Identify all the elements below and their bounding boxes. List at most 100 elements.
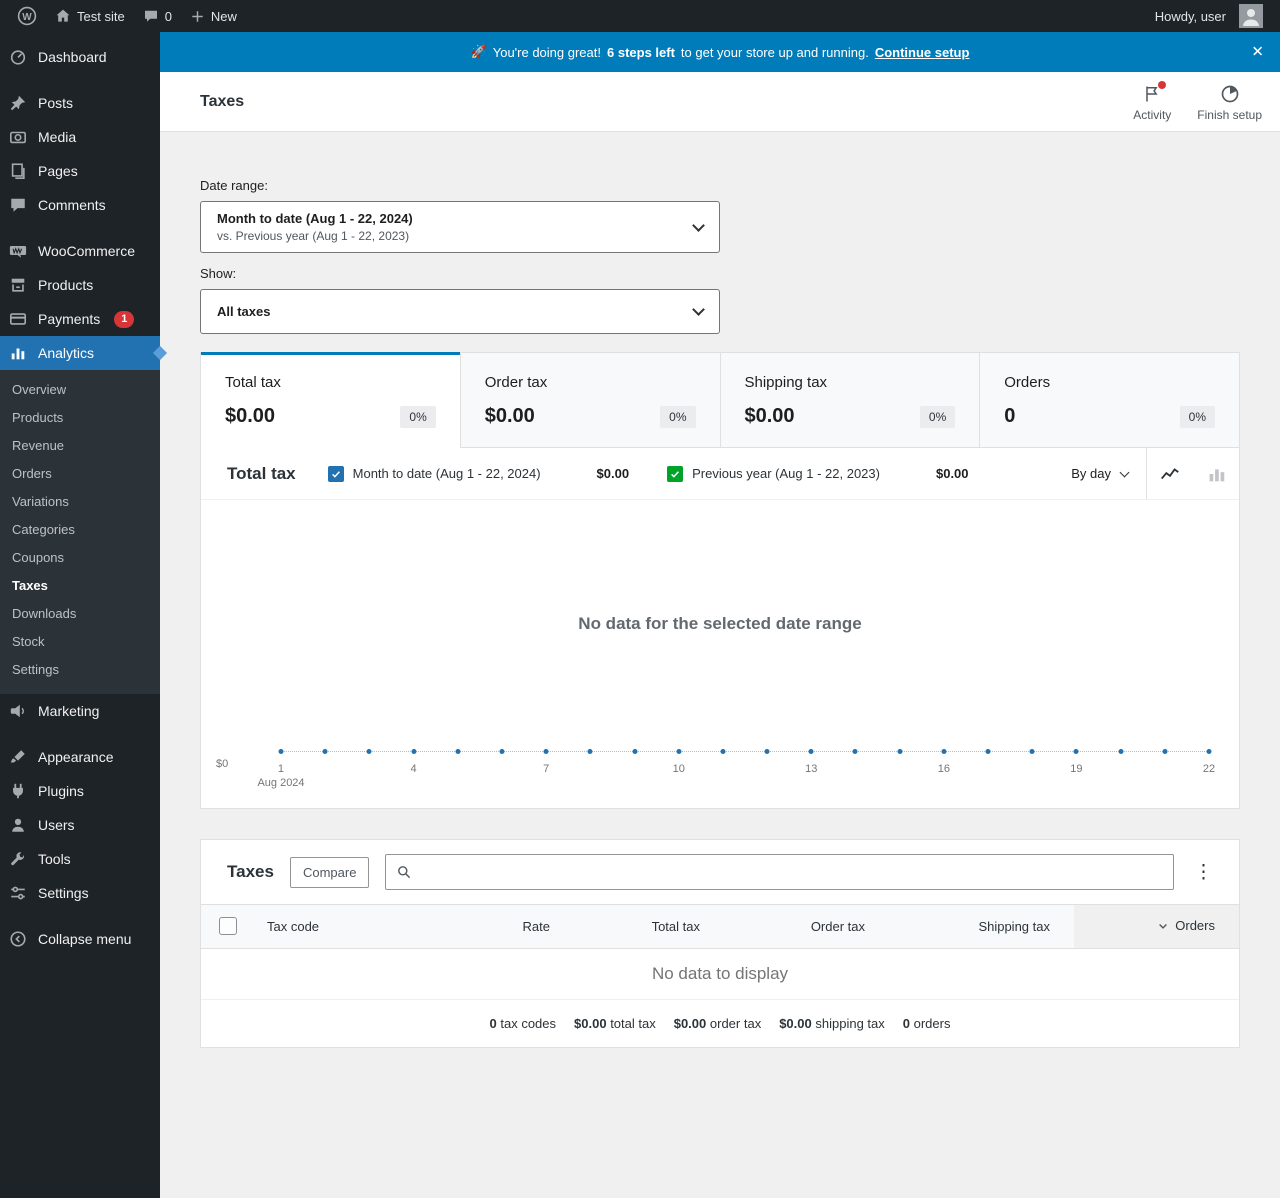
sidebar-item-analytics[interactable]: Analytics — [0, 336, 168, 370]
sidebar-item-tools[interactable]: Tools — [0, 842, 160, 876]
sidebar-item-settings[interactable]: Settings — [0, 876, 160, 910]
chart-data-point — [852, 749, 858, 754]
activity-button[interactable]: Activity — [1133, 80, 1171, 122]
x-axis-tick-label: 16 — [937, 763, 950, 775]
analytics-submenu: Overview Products Revenue Orders Variati… — [0, 370, 160, 694]
summary-card-total-tax[interactable]: Total tax $0.00 0% — [201, 352, 461, 448]
admin-bar: W Test site 0 New Howdy, user — [0, 0, 1280, 32]
site-name-link[interactable]: Test site — [46, 0, 134, 32]
submenu-item-coupons[interactable]: Coupons — [0, 544, 160, 572]
taxes-table-panel: Taxes Compare ⋮ Tax code Rate Total tax … — [200, 839, 1240, 1048]
account-menu[interactable]: Howdy, user — [1146, 0, 1272, 32]
date-range-compare: vs. Previous year (Aug 1 - 22, 2023) — [217, 229, 410, 243]
sidebar-item-collapse-menu[interactable]: Collapse menu — [0, 922, 160, 956]
submenu-item-products[interactable]: Products — [0, 404, 160, 432]
line-chart-button[interactable] — [1147, 448, 1193, 499]
date-range-select[interactable]: Month to date (Aug 1 - 22, 2024) vs. Pre… — [200, 201, 720, 253]
continue-setup-link[interactable]: Continue setup — [875, 45, 970, 60]
comments-link[interactable]: 0 — [134, 0, 181, 32]
chart-data-point — [897, 749, 903, 754]
interval-select[interactable]: By day — [1053, 448, 1146, 499]
submenu-item-taxes[interactable]: Taxes — [0, 572, 160, 600]
finish-setup-button[interactable]: Finish setup — [1197, 82, 1262, 122]
summary-card-order-tax[interactable]: Order tax $0.00 0% — [460, 352, 721, 448]
notification-dot — [1158, 80, 1167, 89]
summary-card-label: Orders — [1004, 374, 1051, 391]
sidebar-item-posts[interactable]: Posts — [0, 86, 160, 120]
sidebar-item-label: Analytics — [38, 345, 95, 361]
summary-card-shipping-tax[interactable]: Shipping tax $0.00 0% — [720, 352, 981, 448]
chevron-down-icon — [1119, 467, 1130, 478]
sidebar-item-appearance[interactable]: Appearance — [0, 740, 160, 774]
sidebar-item-label: Marketing — [38, 703, 100, 719]
sidebar-item-pages[interactable]: Pages — [0, 154, 160, 188]
x-axis-tick-label: 13 — [805, 763, 818, 775]
show-select[interactable]: All taxes — [200, 289, 720, 334]
search-box[interactable] — [385, 854, 1174, 890]
sidebar-item-dashboard[interactable]: Dashboard — [0, 40, 160, 74]
new-content-link[interactable]: New — [181, 0, 246, 32]
sidebar-item-comments[interactable]: Comments — [0, 188, 160, 222]
legend-item-current-period[interactable]: Month to date (Aug 1 - 22, 2024) $0.00 — [327, 465, 629, 482]
compare-button[interactable]: Compare — [289, 856, 370, 888]
chart-data-point — [411, 749, 417, 754]
checkbox-checked-icon[interactable] — [667, 465, 684, 482]
submenu-item-overview[interactable]: Overview — [0, 376, 160, 404]
chart-panel: Total tax Month to date (Aug 1 - 22, 202… — [200, 448, 1240, 809]
sidebar-item-label: Comments — [38, 197, 106, 213]
sidebar-item-plugins[interactable]: Plugins — [0, 774, 160, 808]
x-axis-tick-label: 1 Aug 2024 — [257, 763, 305, 789]
date-range-text: Month to date (Aug 1 - 22, 2024) vs. Pre… — [217, 210, 413, 244]
x-axis-baseline — [278, 748, 1212, 756]
column-header-total-tax[interactable]: Total tax — [574, 904, 724, 949]
bar-chart-button[interactable] — [1193, 448, 1239, 499]
sidebar-item-label: WooCommerce — [38, 243, 135, 259]
column-header-tax-code[interactable]: Tax code — [251, 904, 444, 949]
sidebar-item-media[interactable]: Media — [0, 120, 160, 154]
submenu-item-settings[interactable]: Settings — [0, 656, 160, 684]
comment-icon — [143, 8, 159, 24]
finish-setup-label: Finish setup — [1197, 107, 1262, 122]
show-value: All taxes — [217, 304, 271, 319]
submenu-item-stock[interactable]: Stock — [0, 628, 160, 656]
chart-header: Total tax Month to date (Aug 1 - 22, 202… — [201, 448, 1239, 500]
select-all-checkbox[interactable] — [219, 916, 237, 935]
ellipsis-menu-icon[interactable]: ⋮ — [1190, 861, 1217, 884]
submenu-item-variations[interactable]: Variations — [0, 488, 160, 516]
wp-logo-menu[interactable]: W — [8, 0, 46, 32]
camera-icon — [8, 127, 28, 147]
sidebar-item-payments[interactable]: Payments 1 — [0, 302, 160, 336]
chart-data-point — [632, 749, 638, 754]
column-header-rate[interactable]: Rate — [444, 904, 574, 949]
y-axis-label: $0 — [216, 758, 229, 770]
sort-desc-icon — [1159, 923, 1168, 929]
legend-item-previous-period[interactable]: Previous year (Aug 1 - 22, 2023) $0.00 — [667, 465, 969, 482]
summary-card-orders[interactable]: Orders 0 0% — [980, 352, 1239, 448]
submenu-item-downloads[interactable]: Downloads — [0, 600, 160, 628]
summary-total-tax: $0.00 total tax — [574, 1015, 656, 1031]
close-icon[interactable]: ✕ — [1251, 45, 1264, 60]
summary-card-value: $0.00 — [484, 405, 535, 427]
submenu-item-orders[interactable]: Orders — [0, 460, 160, 488]
sidebar-item-label: Dashboard — [38, 49, 107, 65]
sidebar-item-users[interactable]: Users — [0, 808, 160, 842]
avatar — [1239, 4, 1263, 28]
summary-orders: 0 orders — [902, 1015, 951, 1031]
summary-card-label: Total tax — [225, 374, 281, 391]
sidebar-item-woocommerce[interactable]: WooCommerce — [0, 234, 160, 268]
chart-data-point — [1073, 749, 1079, 754]
summary-card-value: $0.00 — [744, 405, 795, 427]
column-header-order-tax[interactable]: Order tax — [724, 904, 889, 949]
checkbox-checked-icon[interactable] — [327, 465, 344, 482]
submenu-item-revenue[interactable]: Revenue — [0, 432, 160, 460]
sidebar-item-products[interactable]: Products — [0, 268, 160, 302]
plug-icon — [8, 781, 28, 801]
search-input[interactable] — [419, 864, 1163, 880]
sidebar-item-label: Users — [38, 817, 75, 833]
woocommerce-icon — [8, 241, 28, 261]
column-header-orders[interactable]: Orders — [1074, 904, 1239, 949]
submenu-item-categories[interactable]: Categories — [0, 516, 160, 544]
new-label: New — [210, 8, 237, 24]
sidebar-item-marketing[interactable]: Marketing — [0, 694, 160, 728]
column-header-shipping-tax[interactable]: Shipping tax — [889, 904, 1074, 949]
